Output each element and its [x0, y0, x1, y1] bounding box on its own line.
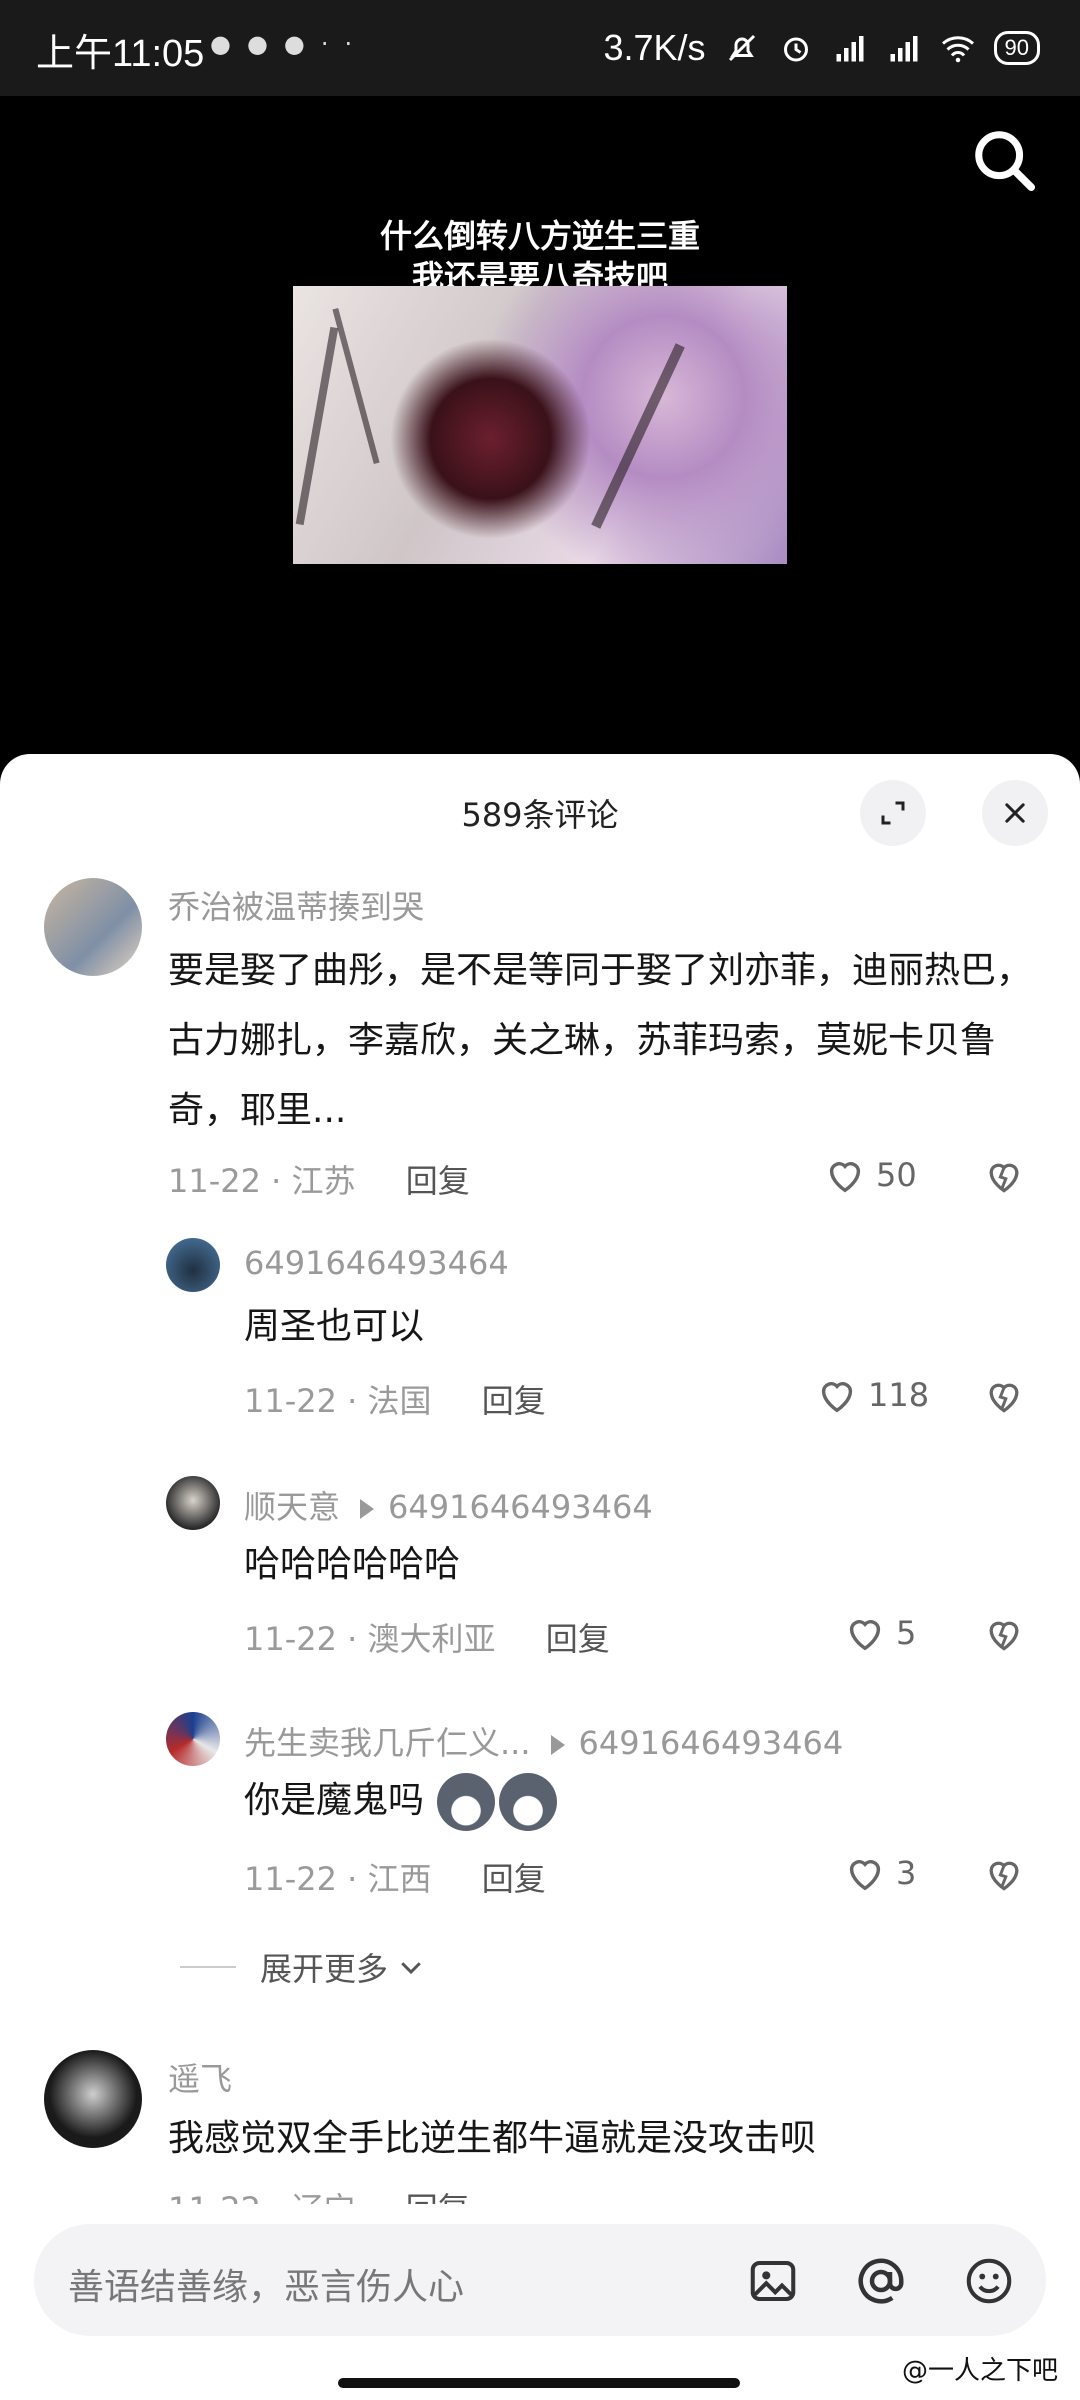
chevron-down-icon [401, 1962, 421, 1975]
comment-text-body: 你是魔鬼吗 [244, 1780, 425, 1821]
image-icon[interactable] [746, 2254, 800, 2308]
husky-emoji-icon [499, 1773, 558, 1831]
comment-location: 江西 [367, 1860, 432, 1898]
comment-date: 11-22 [244, 1860, 337, 1898]
more-notifications: ·· [320, 30, 369, 58]
notification-icons: ●●●·· [210, 30, 368, 58]
dislike-icon[interactable] [982, 1852, 1026, 1896]
heart-icon [821, 1382, 853, 1413]
app-icon: ● [246, 30, 284, 58]
comment-location: 江苏 [291, 1162, 356, 1200]
close-icon [1005, 803, 1025, 823]
comment-text: 哈哈哈哈哈哈 [244, 1544, 461, 1585]
heart-icon [849, 1620, 881, 1651]
comment-location: 澳大利亚 [367, 1620, 496, 1658]
reply-button[interactable]: 回复 [546, 1620, 610, 1658]
video-caption-line1: 什么倒转八方逆生三重 [379, 217, 700, 255]
comment-input-placeholder[interactable]: 善语结善缘，恶言伤人心 [68, 2258, 464, 2310]
reply-target[interactable]: 6491646493464 [388, 1488, 653, 1526]
like-count: 118 [868, 1376, 930, 1414]
emoji-icon[interactable] [962, 2254, 1016, 2308]
comment-username[interactable]: 6491646493464 [244, 1244, 509, 1282]
comment-date: 11-22 [244, 1382, 337, 1420]
comment-text: 你是魔鬼吗 [244, 1766, 1024, 1836]
reply-target[interactable]: 6491646493464 [579, 1724, 844, 1762]
comment-username[interactable]: 顺天意 6491646493464 [244, 1482, 653, 1528]
dislike-icon[interactable] [982, 1154, 1026, 1198]
at-mention-icon[interactable] [854, 2254, 908, 2308]
husky-emoji-icon [437, 1773, 496, 1831]
video-player[interactable]: 什么倒转八方逆生三重 我还是要八奇技吧 [0, 96, 1080, 756]
reply-button[interactable]: 回复 [406, 2190, 470, 2204]
expand-more-label: 展开更多 [260, 1950, 389, 1988]
heart-icon [829, 1162, 861, 1193]
comment-meta: 11-22 · 江西 回复 [244, 1860, 546, 1898]
dislike-icon[interactable] [982, 1374, 1026, 1418]
status-time: 上午11:05 [36, 33, 205, 75]
avatar[interactable] [44, 2050, 142, 2148]
comments-sheet: 589条评论 乔治被温蒂揍到哭 要是娶了曲彤，是不是等同于娶了刘亦菲，迪丽热巴，… [0, 754, 1080, 2400]
expand-more-replies[interactable]: 展开更多 [180, 1944, 426, 1990]
wifi-icon [941, 36, 974, 63]
reply-button[interactable]: 回复 [482, 1382, 546, 1420]
comment-date: 11-22 [244, 1620, 337, 1658]
heart-icon [849, 1860, 881, 1891]
divider [180, 1966, 236, 1968]
like-button[interactable]: 50 [822, 1152, 917, 1198]
battery-level: 90 [993, 31, 1040, 65]
avatar[interactable] [166, 1712, 220, 1766]
reply-button[interactable]: 回复 [406, 1162, 470, 1200]
reply-arrow-icon [550, 1735, 565, 1755]
comment-input-bar[interactable]: 善语结善缘，恶言伤人心 [34, 2224, 1046, 2336]
comment-username[interactable]: 先生卖我几斤仁义... 6491646493464 [244, 1718, 843, 1764]
app-icon: ● [283, 30, 321, 58]
like-count: 3 [896, 1854, 917, 1892]
comment-meta: 11-22 · 辽宁 回复 [168, 2184, 470, 2204]
expand-icon [881, 801, 905, 825]
comment-text: 周圣也可以 [244, 1306, 425, 1347]
comment-text: 要是娶了曲彤，是不是等同于娶了刘亦菲，迪丽热巴，古力娜扎，李嘉欣，关之琳，苏菲玛… [168, 950, 1033, 1131]
dislike-icon[interactable] [982, 1612, 1026, 1656]
signal-icon [890, 36, 918, 62]
like-button[interactable]: 3 [842, 1850, 916, 1896]
close-sheet-button[interactable] [982, 780, 1048, 846]
comment-meta: 11-22 · 江苏 回复 [168, 1162, 470, 1200]
watermark: @一人之下吧 [895, 2348, 1064, 2389]
home-indicator[interactable] [338, 2378, 740, 2388]
video-frame-image [293, 286, 787, 564]
comment-meta: 11-22 · 澳大利亚 回复 [244, 1620, 610, 1658]
like-button[interactable]: 118 [814, 1372, 929, 1418]
search-icon[interactable] [970, 126, 1040, 196]
avatar[interactable] [166, 1238, 220, 1292]
status-bar: 上午11:05 ●●●·· 3.7K/s 90 [0, 0, 1080, 96]
avatar[interactable] [44, 878, 142, 976]
comment-date: 11-22 [168, 1162, 261, 1200]
network-speed: 3.7K/s [603, 27, 706, 68]
signal-icon [836, 36, 864, 62]
comment-location: 辽宁 [292, 2190, 356, 2204]
expand-sheet-button[interactable] [860, 780, 926, 846]
app-icon: ● [210, 30, 247, 58]
bell-muted-icon [728, 34, 755, 62]
comment-username[interactable]: 乔治被温蒂揍到哭 [168, 882, 424, 928]
like-count: 5 [896, 1614, 917, 1652]
comment-location: 法国 [367, 1382, 432, 1420]
reply-author[interactable]: 顺天意 [244, 1488, 340, 1526]
avatar[interactable] [166, 1476, 220, 1530]
comment-date: 11-22 [168, 2190, 261, 2204]
comment-text: 我感觉双全手比逆生都牛逼就是没攻击呗 [168, 2118, 817, 2159]
alarm-icon [783, 37, 808, 62]
comment-username[interactable]: 遥飞 [168, 2054, 232, 2100]
reply-arrow-icon [360, 1499, 375, 1519]
like-button[interactable]: 5 [842, 1610, 916, 1656]
like-count: 50 [876, 1156, 917, 1194]
comment-meta: 11-22 · 法国 回复 [244, 1382, 546, 1420]
reply-author[interactable]: 先生卖我几斤仁义... [244, 1724, 531, 1762]
status-right: 3.7K/s 90 [603, 20, 1040, 76]
reply-button[interactable]: 回复 [482, 1860, 546, 1898]
